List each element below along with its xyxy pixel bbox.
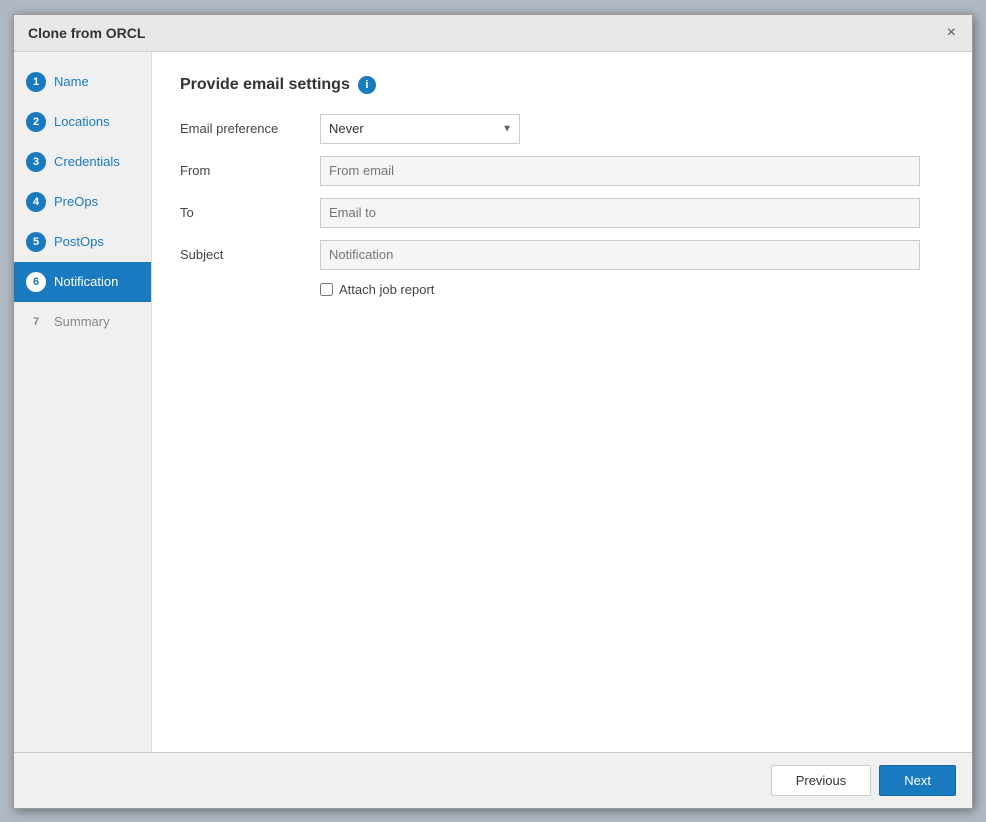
from-label: From [180,163,320,178]
info-icon[interactable]: i [358,76,376,94]
subject-label: Subject [180,247,320,262]
sidebar-item-postops[interactable]: 5 PostOps [14,222,151,262]
next-button[interactable]: Next [879,765,956,796]
from-input[interactable] [320,156,920,186]
step-badge-6: 6 [26,272,46,292]
sidebar-label-credentials: Credentials [54,154,120,169]
from-row: From [180,156,944,186]
sidebar-item-locations[interactable]: 2 Locations [14,102,151,142]
close-button[interactable]: × [945,25,958,41]
step-badge-1: 1 [26,72,46,92]
sidebar-label-postops: PostOps [54,234,104,249]
step-badge-2: 2 [26,112,46,132]
sidebar-item-name[interactable]: 1 Name [14,62,151,102]
section-title-text: Provide email settings [180,76,350,94]
section-heading: Provide email settings i [180,76,944,94]
sidebar-item-credentials[interactable]: 3 Credentials [14,142,151,182]
step-badge-4: 4 [26,192,46,212]
sidebar-label-preops: PreOps [54,194,98,209]
step-badge-3: 3 [26,152,46,172]
sidebar-item-preops[interactable]: 4 PreOps [14,182,151,222]
dialog-body: 1 Name 2 Locations 3 Credentials 4 PreOp… [14,52,972,752]
to-row: To [180,198,944,228]
sidebar-label-name: Name [54,74,89,89]
email-preference-select-wrapper: Never Always On failure On success ▼ [320,114,520,144]
subject-input[interactable] [320,240,920,270]
previous-button[interactable]: Previous [771,765,872,796]
dialog-titlebar: Clone from ORCL × [14,15,972,52]
sidebar-label-locations: Locations [54,114,110,129]
attach-job-report-row: Attach job report [320,282,944,297]
to-input[interactable] [320,198,920,228]
dialog-title: Clone from ORCL [28,25,145,41]
sidebar-item-summary[interactable]: 7 Summary [14,302,151,342]
sidebar-label-summary: Summary [54,314,110,329]
step-badge-7: 7 [26,312,46,332]
email-preference-select[interactable]: Never Always On failure On success [320,114,520,144]
subject-row: Subject [180,240,944,270]
sidebar: 1 Name 2 Locations 3 Credentials 4 PreOp… [14,52,152,752]
dialog: Clone from ORCL × 1 Name 2 Locations 3 C… [13,14,973,809]
dialog-footer: Previous Next [14,752,972,808]
email-preference-row: Email preference Never Always On failure… [180,114,944,144]
step-badge-5: 5 [26,232,46,252]
attach-job-report-checkbox[interactable] [320,283,333,296]
sidebar-label-notification: Notification [54,274,118,289]
main-content: Provide email settings i Email preferenc… [152,52,972,752]
sidebar-item-notification[interactable]: 6 Notification [14,262,151,302]
email-preference-label: Email preference [180,121,320,136]
to-label: To [180,205,320,220]
attach-job-report-label[interactable]: Attach job report [339,282,434,297]
